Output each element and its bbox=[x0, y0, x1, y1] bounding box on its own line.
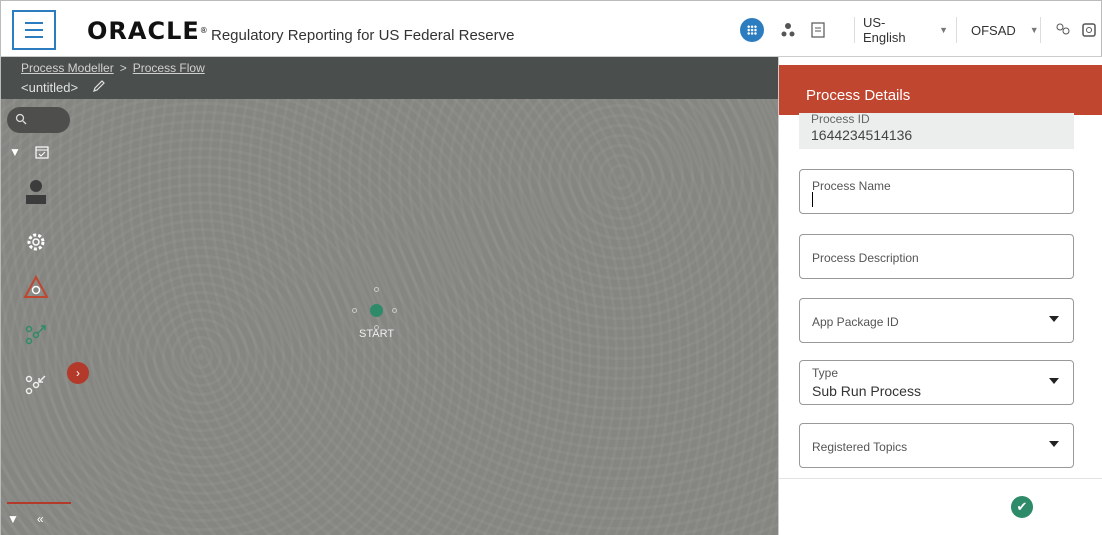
breadcrumb-process-flow[interactable]: Process Flow bbox=[133, 61, 205, 75]
chevron-down-icon bbox=[1049, 441, 1059, 447]
palette-footer: ▼ « bbox=[7, 512, 44, 526]
user-menu[interactable]: OFSAD ▼ bbox=[963, 17, 1041, 43]
edit-pencil-icon[interactable] bbox=[92, 79, 106, 96]
process-name-label: Process Name bbox=[812, 179, 891, 193]
process-id-field: Process ID 1644234514136 bbox=[799, 113, 1074, 149]
type-value: Sub Run Process bbox=[812, 383, 921, 399]
chevron-down-icon: ▼ bbox=[939, 25, 948, 35]
canvas-background bbox=[1, 57, 779, 535]
flow-split-icon[interactable] bbox=[21, 319, 51, 349]
start-node[interactable] bbox=[370, 304, 383, 317]
warning-gear-icon[interactable] bbox=[21, 272, 51, 302]
screen-icon[interactable] bbox=[1080, 21, 1098, 39]
palette-divider bbox=[7, 502, 71, 504]
type-select[interactable]: Type Sub Run Process bbox=[799, 360, 1074, 405]
process-description-label: Process Description bbox=[812, 251, 919, 265]
calendar-icon bbox=[35, 146, 49, 159]
confirm-button[interactable]: ✔ bbox=[1011, 496, 1033, 518]
palette-search[interactable] bbox=[7, 107, 70, 133]
document-icon[interactable] bbox=[809, 21, 827, 39]
start-node-label: START bbox=[359, 328, 395, 340]
type-label: Type bbox=[812, 366, 839, 380]
app-package-select[interactable]: App Package ID bbox=[799, 298, 1074, 343]
search-icon bbox=[15, 113, 27, 125]
chevron-down-icon[interactable]: ▼ bbox=[9, 145, 21, 159]
process-canvas[interactable]: Process Modeller > Process Flow <untitle… bbox=[0, 57, 779, 535]
gear-icon[interactable] bbox=[21, 227, 51, 257]
node-handle-right[interactable] bbox=[392, 308, 397, 313]
chevron-down-icon: ▼ bbox=[1029, 25, 1039, 35]
component-palette: ▼ › ▼ « bbox=[1, 57, 89, 535]
panel-title: Process Details bbox=[806, 87, 911, 104]
node-handle-left[interactable] bbox=[352, 308, 357, 313]
breadcrumb-separator: > bbox=[119, 61, 127, 75]
user-name: OFSAD bbox=[971, 22, 1016, 38]
language-value: US-English bbox=[863, 15, 906, 45]
users-icon[interactable] bbox=[1054, 21, 1072, 39]
chevron-down-icon[interactable]: ▼ bbox=[7, 512, 19, 526]
expand-panel-button[interactable]: › bbox=[67, 362, 89, 384]
node-handle-top[interactable] bbox=[374, 287, 379, 292]
process-id-label: Process ID bbox=[811, 112, 870, 126]
flow-merge-icon[interactable] bbox=[21, 369, 51, 399]
registered-topics-label: Registered Topics bbox=[812, 440, 908, 454]
breadcrumb-bar: Process Modeller > Process Flow <untitle… bbox=[1, 57, 779, 99]
chevron-right-icon: › bbox=[76, 366, 80, 380]
oracle-logo: ORACLE® bbox=[87, 17, 209, 45]
checkmark-icon: ✔ bbox=[1016, 499, 1028, 514]
menu-icon[interactable] bbox=[12, 10, 56, 50]
process-details-panel: Process Details Process ID 1644234514136… bbox=[778, 57, 1102, 535]
panel-header: Process Details bbox=[779, 65, 1102, 115]
text-cursor bbox=[812, 192, 813, 207]
chevron-down-icon bbox=[1049, 316, 1059, 322]
collapse-left-icon[interactable]: « bbox=[37, 512, 44, 526]
process-id-value: 1644234514136 bbox=[811, 127, 913, 143]
app-title: Regulatory Reporting for US Federal Rese… bbox=[211, 27, 515, 44]
chevron-down-icon bbox=[1049, 378, 1059, 384]
process-description-field[interactable]: Process Description bbox=[799, 234, 1074, 279]
panel-footer-divider bbox=[779, 478, 1102, 479]
palette-group-header[interactable]: ▼ bbox=[9, 145, 49, 159]
process-name-field[interactable]: Process Name bbox=[799, 169, 1074, 214]
registered-topics-select[interactable]: Registered Topics bbox=[799, 423, 1074, 468]
app-header: ORACLE® Regulatory Reporting for US Fede… bbox=[0, 0, 1102, 57]
app-package-label: App Package ID bbox=[812, 315, 899, 329]
language-select[interactable]: US-English ▼ bbox=[854, 15, 957, 45]
person-icon[interactable] bbox=[21, 177, 51, 207]
user-hierarchy-icon[interactable] bbox=[779, 21, 797, 39]
apps-icon[interactable] bbox=[740, 18, 764, 42]
